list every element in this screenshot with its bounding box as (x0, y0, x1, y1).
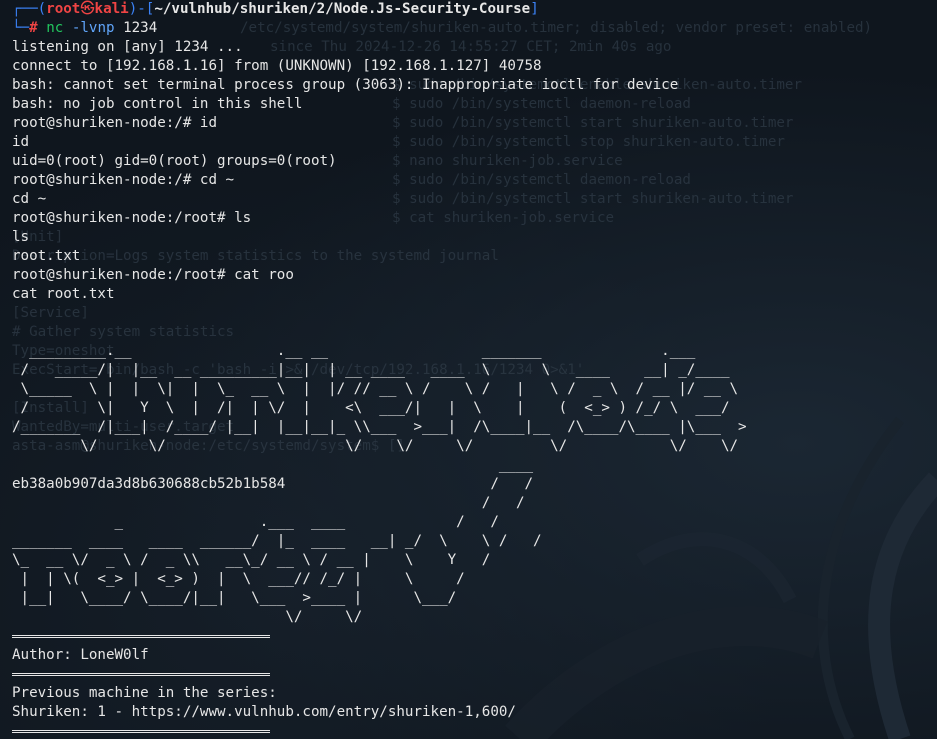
output-line: root@shuriken-node:/root# cat roo (12, 267, 294, 283)
prompt-header: ┌──(root㉿kali)-[~/vulnhub/shuriken/2/Nod… (12, 1, 539, 17)
ascii-banner-line: _______ ____ ____ ______/ |_ ____ __| _/… (12, 533, 542, 549)
output-line: uid=0(root) gid=0(root) groups=0(root) (12, 153, 337, 169)
output-line: root@shuriken-node:/# id (12, 115, 217, 131)
series-label: Previous machine in the series: (12, 685, 277, 701)
prompt-symbol: # (29, 20, 38, 36)
output-line: listening on [any] 1234 ... (12, 39, 243, 55)
output-line: root@shuriken-node:/# cd ~ (12, 172, 235, 188)
ascii-banner-line: / / (12, 495, 525, 511)
output-line: cd ~ (12, 191, 47, 207)
ascii-banner-shuriken-node: _________.__ .__ __ _______ .___ / _____… (12, 342, 932, 456)
terminal-output[interactable]: ┌──(root㉿kali)-[~/vulnhub/shuriken/2/Nod… (12, 0, 932, 739)
skull-icon: ㉿ (80, 1, 95, 17)
terminal-window[interactable]: /etc/systemd/system/shuriken-auto.timer;… (0, 0, 937, 739)
ascii-banner-line: |__| \____/ \____/|__| \___ >____ | \___… (12, 590, 457, 606)
output-line: connect to [192.168.1.16] from (UNKNOWN)… (12, 58, 542, 74)
prompt-path: ~/vulnhub/shuriken/2/Node.Js-Security-Co… (154, 1, 531, 17)
command-arg: 1234 (123, 20, 158, 36)
divider (12, 627, 932, 646)
ascii-banner-line: \_ __ \/ _ \ / _ \\ __\_/ __ \ / __ | \ … (12, 552, 491, 568)
ascii-banner-line: \/ \/ (12, 609, 363, 625)
output-line: root.txt (12, 248, 81, 264)
ascii-banner-rooted: ____ eb38a0b907da3d8b630688cb52b1b584 / … (12, 456, 932, 627)
output-line: cat root.txt (12, 286, 115, 302)
flag-row: eb38a0b907da3d8b630688cb52b1b584 / / (12, 475, 932, 494)
output-line: ls (12, 229, 30, 245)
ascii-banner-line: _________.__ .__ __ _______ .___ (12, 343, 696, 359)
ascii-banner-line: / / (12, 476, 534, 492)
author-line: Author: LoneW0lf (12, 647, 149, 663)
output-line: root@shuriken-node:/root# ls (12, 210, 252, 226)
command-flags: -lvnp (71, 20, 115, 36)
output-line: id (12, 134, 30, 150)
ascii-banner-line: \/ \/ \/ \/ \/ \/ \/ \/ (12, 438, 739, 454)
ascii-banner-line: /_______ /|___| /____/ |__| |__|__|_ \\_… (12, 419, 747, 435)
command-line: └─# nc -lvnp 1234 (12, 20, 158, 36)
ascii-banner-line: ____ (12, 457, 534, 473)
output-line: bash: cannot set terminal process group … (12, 77, 679, 93)
output-line: bash: no job control in this shell (12, 96, 303, 112)
series-link[interactable]: Shuriken: 1 - https://www.vulnhub.com/en… (12, 703, 932, 722)
divider (12, 665, 932, 684)
command-name: nc (46, 20, 64, 36)
ascii-banner-line: _ .___ ____ / / (12, 514, 499, 530)
divider (12, 722, 932, 739)
prompt-user: root (46, 1, 81, 17)
ascii-banner-line: \_____ \ | | \| | \_ __ \ | |/ // __ \ /… (12, 381, 739, 397)
prompt-host: kali (94, 1, 129, 17)
ascii-banner-line: / \| Y \ | /| | \/ | <\ ___/| | \ | ( <_… (12, 400, 730, 416)
ascii-banner-line: | | \( <_> | <_> ) | \ ___// /_/ | \ / (12, 571, 465, 587)
ascii-banner-line: / _____/| |__ __ _________|__| | __ ____… (12, 362, 730, 378)
